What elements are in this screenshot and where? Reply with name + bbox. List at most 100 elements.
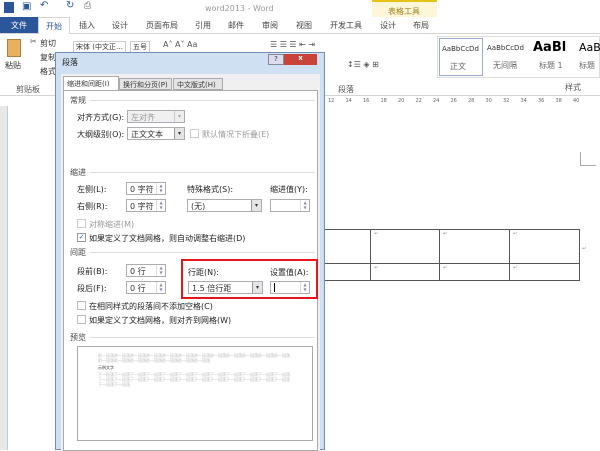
- style-title[interactable]: AaB 标题: [577, 38, 600, 76]
- style-normal[interactable]: AaBbCcDd 正文: [439, 38, 483, 76]
- spinner-icon[interactable]: ▲ ▼: [156, 282, 165, 293]
- tab-line-page-breaks[interactable]: 换行和分页(P): [119, 78, 172, 90]
- style-name: 标题: [579, 61, 595, 70]
- ribbon-tabs: 文件 开始 插入 设计 页面布局 引用 邮件 审阅 视图 开发工具 设计 布局: [0, 17, 600, 34]
- no-space-checkbox[interactable]: [77, 301, 86, 310]
- grow-font-icon[interactable]: A˄ A˅ Aa: [163, 40, 197, 49]
- divider: [90, 172, 315, 173]
- close-button[interactable]: x: [284, 54, 317, 65]
- style-no-spacing[interactable]: AaBbCcDd 无间隔: [485, 38, 529, 76]
- tab-review[interactable]: 审阅: [262, 20, 278, 31]
- collapse-label: 默认情况下折叠(E): [202, 130, 270, 139]
- tab-insert[interactable]: 插入: [79, 20, 95, 31]
- save-icon[interactable]: ▣: [22, 1, 31, 12]
- title-bar: ▣ ↶ ↻ ⎙ word2013 - Word 表格工具: [0, 0, 600, 34]
- spacing-before-label: 段前(B):: [77, 267, 108, 276]
- ruler-tick: 30: [485, 98, 492, 104]
- outline-level-select[interactable]: 正文文本 ▾: [127, 127, 185, 140]
- collapse-checkbox[interactable]: [190, 129, 199, 138]
- print-preview-icon[interactable]: ⎙: [84, 1, 91, 11]
- ruler-tick: 24: [433, 98, 440, 104]
- undo-icon[interactable]: ↶: [40, 0, 48, 11]
- paste-button[interactable]: 粘贴: [5, 60, 21, 71]
- copy-button[interactable]: 复制: [40, 52, 56, 63]
- preview-sample-text: 示例文字: [98, 365, 114, 370]
- ruler-tick: 18: [380, 98, 387, 104]
- help-button[interactable]: ?: [268, 54, 284, 65]
- cut-icon: ✂: [30, 37, 37, 46]
- tab-indents-spacing[interactable]: 缩进和间距(I): [63, 76, 119, 90]
- general-heading: 常规: [70, 96, 86, 105]
- style-preview: AaBbCcDd: [442, 45, 479, 53]
- tab-design[interactable]: 设计: [112, 20, 128, 31]
- divider: [90, 337, 315, 338]
- mirror-indent-checkbox[interactable]: [77, 219, 86, 228]
- snap-to-grid-label: 如果定义了文档网格，则对齐到网格(W): [89, 316, 232, 325]
- ruler-tick: 14: [345, 98, 352, 104]
- table-cell[interactable]: ↵: [439, 263, 510, 281]
- line-spacing-icon[interactable]: ↕☰ ◈ ⊞: [347, 60, 379, 69]
- tab-file[interactable]: 文件: [0, 17, 38, 33]
- indent-by-label: 缩进值(Y):: [270, 185, 308, 194]
- spinner-icon[interactable]: ▲ ▼: [156, 183, 165, 194]
- divider: [90, 252, 315, 253]
- ruler-tick: 22: [415, 98, 422, 104]
- tab-home[interactable]: 开始: [38, 17, 70, 34]
- auto-adjust-label: 如果定义了文档网格，则自动调整右缩进(D): [89, 234, 246, 243]
- tab-table-layout[interactable]: 布局: [413, 20, 429, 31]
- cut-button[interactable]: 剪切: [40, 38, 56, 49]
- preview-previous-text: 前一段落前一段落前一段落前一段落前一段落前一段落前一段落前一段落前一段落前一段落…: [98, 353, 290, 363]
- snap-to-grid-checkbox[interactable]: [77, 315, 86, 324]
- ruler-tick: 38: [555, 98, 562, 104]
- right-indent-value: 0 字符: [130, 202, 154, 211]
- tab-page-layout[interactable]: 页面布局: [146, 20, 178, 31]
- table-cell[interactable]: ↵: [370, 263, 440, 281]
- tab-references[interactable]: 引用: [195, 20, 211, 31]
- no-space-label: 在相同样式的段落间不添加空格(C): [89, 302, 213, 311]
- table-cell[interactable]: ↵: [370, 229, 440, 264]
- spacing-before-input[interactable]: 0 行 ▲ ▼: [126, 264, 166, 277]
- table-cell[interactable]: ↵: [509, 263, 580, 281]
- left-indent-label: 左侧(L):: [77, 185, 107, 194]
- spacing-before-value: 0 行: [130, 267, 146, 276]
- style-heading-1[interactable]: AaBl 标题 1: [531, 38, 575, 76]
- ruler-tick: 36: [538, 98, 545, 104]
- right-indent-input[interactable]: 0 字符 ▲ ▼: [126, 199, 166, 212]
- tab-mailings[interactable]: 邮件: [228, 20, 244, 31]
- indent-by-input[interactable]: ▲ ▼: [270, 199, 310, 212]
- context-tab-group-label: 表格工具: [388, 7, 420, 16]
- left-indent-input[interactable]: 0 字符 ▲ ▼: [126, 182, 166, 195]
- spinner-icon[interactable]: ▲ ▼: [300, 200, 309, 211]
- row-end-mark: ↵: [582, 246, 587, 252]
- ruler-tick: 12: [328, 98, 335, 104]
- tab-asian-typography[interactable]: 中文版式(H): [173, 78, 223, 90]
- spinner-icon[interactable]: ▲ ▼: [156, 200, 165, 211]
- format-painter-button[interactable]: 格式: [40, 66, 56, 77]
- table-cell[interactable]: ↵: [439, 229, 510, 264]
- spacing-after-input[interactable]: 0 行 ▲ ▼: [126, 281, 166, 294]
- tab-developer[interactable]: 开发工具: [330, 20, 362, 31]
- tab-view[interactable]: 视图: [296, 20, 312, 31]
- style-name: 正文: [450, 62, 466, 71]
- table-cell[interactable]: ↵: [509, 229, 580, 264]
- alignment-value: 左对齐: [131, 113, 155, 122]
- ruler-tick: 32: [503, 98, 510, 104]
- spinner-icon[interactable]: ▲ ▼: [156, 265, 165, 276]
- spacing-after-value: 0 行: [130, 284, 146, 293]
- alignment-select[interactable]: 左对齐 ▾: [127, 110, 185, 123]
- auto-adjust-checkbox[interactable]: ✓: [77, 233, 86, 242]
- redo-icon[interactable]: ↻: [66, 0, 74, 11]
- horizontal-ruler[interactable]: 12 14 16 18 20 22 24 26 28 30 32 34 36 38 40: [320, 96, 600, 106]
- paste-icon[interactable]: [7, 39, 21, 57]
- chevron-down-icon: ▾: [174, 111, 184, 122]
- outline-level-label: 大纲级别(O):: [77, 130, 125, 139]
- vertical-ruler[interactable]: [0, 106, 8, 450]
- bullets-icon[interactable]: ☰ ☰ ☰ ⇤ ⇥: [270, 40, 315, 49]
- tab-table-design[interactable]: 设计: [380, 20, 396, 31]
- special-select[interactable]: (无) ▾: [187, 199, 262, 212]
- styles-gallery: AaBbCcDd 正文 AaBbCcDd 无间隔 AaBl 标题 1 AaB 标…: [437, 36, 600, 78]
- divider: [90, 100, 315, 101]
- preview-box: 前一段落前一段落前一段落前一段落前一段落前一段落前一段落前一段落前一段落前一段落…: [77, 346, 313, 441]
- tab-panel: 常规 对齐方式(G): 左对齐 ▾ 大纲级别(O): 正文文本 ▾ 默认情况下折叠(…: [63, 90, 318, 451]
- special-label: 特殊格式(S):: [187, 185, 234, 194]
